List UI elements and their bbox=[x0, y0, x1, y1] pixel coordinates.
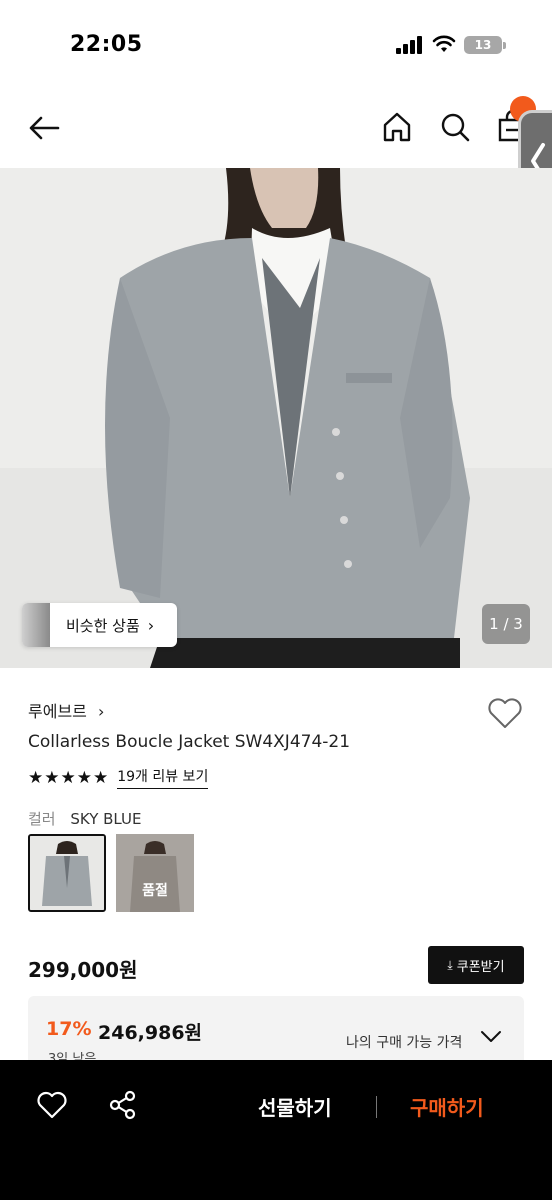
back-arrow-icon[interactable] bbox=[26, 110, 62, 146]
brand-chevron-icon: › bbox=[97, 702, 105, 721]
chevron-down-icon bbox=[481, 1031, 501, 1042]
rating-row: ★★★★★ 19개 리뷰 보기 bbox=[28, 766, 209, 789]
color-label: 컬러 bbox=[28, 810, 56, 828]
product-image-carousel[interactable]: 비슷한 상품 › 1 / 3 bbox=[0, 168, 552, 668]
search-icon[interactable] bbox=[438, 110, 472, 144]
similar-products-label: 비슷한 상품 bbox=[66, 616, 140, 635]
color-swatch-selected[interactable] bbox=[28, 834, 106, 912]
heart-icon[interactable] bbox=[36, 1090, 68, 1120]
share-icon[interactable] bbox=[108, 1090, 138, 1120]
buy-button[interactable]: 구매하기 bbox=[410, 1092, 484, 1121]
download-icon: ⤓ bbox=[447, 957, 453, 972]
coupon-button[interactable]: ⤓ 쿠폰받기 bbox=[428, 946, 524, 984]
brand-name: 루에브르 bbox=[28, 702, 87, 721]
wishlist-heart-icon[interactable] bbox=[486, 696, 524, 730]
color-swatch-soldout[interactable]: 품절 bbox=[116, 834, 194, 912]
similar-products-button[interactable]: 비슷한 상품 › bbox=[22, 603, 177, 647]
bottom-action-bar: 선물하기 구매하기 bbox=[0, 1060, 552, 1200]
image-page-counter: 1 / 3 bbox=[482, 604, 530, 644]
cellular-signal-icon bbox=[396, 36, 424, 54]
discount-price: 246,986원 bbox=[98, 1022, 203, 1044]
battery-cap bbox=[503, 42, 506, 49]
star-rating-icon: ★★★★★ bbox=[28, 767, 110, 788]
battery-icon: 13 bbox=[464, 36, 502, 54]
status-time: 22:05 bbox=[70, 32, 143, 57]
product-photo bbox=[0, 168, 552, 668]
gift-button[interactable]: 선물하기 bbox=[258, 1092, 332, 1121]
original-price: 299,000원 bbox=[28, 958, 138, 982]
color-row: 컬러 SKY BLUE bbox=[28, 808, 142, 829]
swatch-photo-soldout bbox=[116, 834, 194, 912]
discount-rate: 17% bbox=[46, 1018, 92, 1040]
status-bar: 22:05 13 bbox=[0, 0, 552, 90]
my-price-label: 나의 구매 가능 가격 bbox=[346, 1035, 463, 1051]
color-value: SKY BLUE bbox=[70, 810, 142, 828]
chevron-right-icon: › bbox=[147, 615, 155, 635]
swatch-photo-sky-blue bbox=[30, 836, 104, 910]
coupon-label: 쿠폰받기 bbox=[456, 959, 505, 975]
product-title: Collarless Boucle Jacket SW4XJ474-21 bbox=[28, 732, 351, 752]
top-navigation bbox=[0, 96, 552, 160]
review-link[interactable]: 19개 리뷰 보기 bbox=[117, 766, 209, 789]
similar-products-thumbnail bbox=[22, 603, 50, 647]
bottom-bar-divider bbox=[376, 1096, 377, 1118]
wifi-icon bbox=[432, 35, 456, 52]
home-icon[interactable] bbox=[380, 110, 414, 144]
brand-link[interactable]: 루에브르 › bbox=[28, 698, 104, 722]
soldout-label: 품절 bbox=[142, 883, 168, 899]
